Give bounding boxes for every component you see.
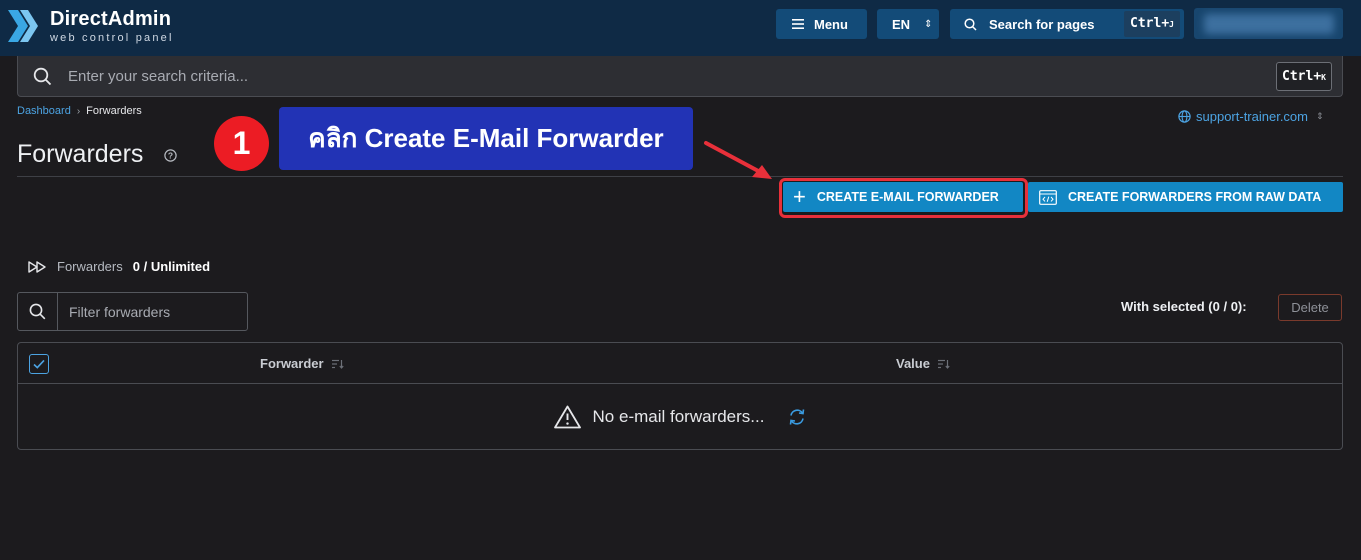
instruction-callout: คลิก Create E-Mail Forwarder bbox=[279, 107, 693, 170]
help-icon[interactable]: ? bbox=[164, 149, 177, 162]
delete-button[interactable]: Delete bbox=[1278, 294, 1342, 321]
search-icon bbox=[29, 303, 46, 320]
user-name-redacted bbox=[1204, 14, 1334, 34]
search-icon bbox=[33, 67, 52, 86]
search-pages-label: Search for pages bbox=[989, 16, 1095, 32]
menu-label: Menu bbox=[814, 16, 848, 32]
forwarders-quota: Forwarders 0 / Unlimited bbox=[28, 259, 210, 274]
plus-icon: + bbox=[793, 184, 806, 209]
search-icon bbox=[964, 17, 977, 31]
filter-forwarders[interactable]: Filter forwarders bbox=[17, 292, 248, 331]
warning-icon bbox=[553, 405, 581, 428]
column-value[interactable]: Value bbox=[896, 356, 950, 371]
quota-label: Forwarders bbox=[57, 259, 123, 274]
create-from-raw-data-button[interactable]: CREATE FORWARDERS FROM RAW DATA bbox=[1028, 182, 1343, 212]
empty-state-row: No e-mail forwarders... bbox=[18, 384, 1342, 449]
create-forwarder-label: CREATE E-MAIL FORWARDER bbox=[816, 190, 999, 204]
search-input[interactable]: Enter your search criteria... bbox=[68, 68, 248, 85]
column-forwarder-label: Forwarder bbox=[260, 356, 324, 371]
globe-icon bbox=[1178, 110, 1191, 123]
top-header: DirectAdmin web control panel Menu EN ⇕ … bbox=[0, 0, 1361, 56]
column-value-label: Value bbox=[896, 356, 930, 371]
title-divider bbox=[17, 176, 1343, 177]
breadcrumb-current: Forwarders bbox=[86, 105, 142, 117]
select-all-checkbox[interactable] bbox=[29, 354, 49, 374]
language-value: EN bbox=[892, 16, 911, 32]
language-select[interactable]: EN ⇕ bbox=[877, 9, 939, 39]
domain-value: support-trainer.com bbox=[1196, 109, 1308, 124]
filter-search-button[interactable] bbox=[18, 293, 58, 330]
search-shortcut: Ctrl+K bbox=[1276, 62, 1332, 91]
code-window-icon bbox=[1039, 189, 1057, 205]
forwarders-table: Forwarder Value No e-mail forwarders... bbox=[17, 342, 1343, 450]
with-selected-label: With selected (0 / 0): bbox=[1121, 299, 1247, 314]
sort-icon bbox=[937, 359, 950, 369]
svg-text:?: ? bbox=[168, 151, 173, 161]
chevron-right-icon: › bbox=[76, 105, 81, 117]
filter-input[interactable]: Filter forwarders bbox=[69, 304, 170, 320]
step-number-badge: 1 bbox=[214, 116, 269, 171]
logo-chevrons-icon bbox=[8, 10, 38, 42]
search-pages-shortcut: Ctrl+J bbox=[1124, 11, 1180, 37]
empty-message: No e-mail forwarders... bbox=[592, 406, 765, 426]
checkmark-icon bbox=[33, 359, 45, 369]
domain-selector[interactable]: support-trainer.com ⇕ bbox=[1178, 109, 1324, 124]
pointer-arrow-icon bbox=[704, 141, 772, 179]
column-forwarder[interactable]: Forwarder bbox=[260, 356, 344, 371]
page-title: Forwarders bbox=[17, 140, 144, 168]
menu-button[interactable]: Menu bbox=[776, 9, 867, 39]
logo-subtitle: web control panel bbox=[50, 32, 174, 44]
create-email-forwarder-button[interactable]: + CREATE E-MAIL FORWARDER bbox=[783, 182, 1023, 212]
updown-chevron-icon: ⇕ bbox=[1316, 111, 1324, 121]
global-search[interactable]: Enter your search criteria... Ctrl+K bbox=[17, 56, 1343, 97]
logo-title: DirectAdmin bbox=[50, 8, 172, 30]
hamburger-icon bbox=[792, 19, 804, 29]
user-menu-button[interactable] bbox=[1194, 8, 1343, 39]
breadcrumb-dashboard[interactable]: Dashboard bbox=[17, 105, 71, 117]
sort-icon bbox=[331, 359, 344, 369]
updown-chevron-icon: ⇕ bbox=[924, 18, 933, 30]
raw-data-label: CREATE FORWARDERS FROM RAW DATA bbox=[1068, 190, 1322, 204]
table-header: Forwarder Value bbox=[18, 343, 1342, 384]
search-pages-button[interactable]: Search for pages Ctrl+J bbox=[950, 9, 1184, 39]
breadcrumb: Dashboard › Forwarders bbox=[17, 105, 142, 117]
fast-forward-icon bbox=[28, 260, 46, 273]
refresh-icon[interactable] bbox=[788, 408, 806, 426]
quota-value: 0 / Unlimited bbox=[132, 259, 211, 274]
